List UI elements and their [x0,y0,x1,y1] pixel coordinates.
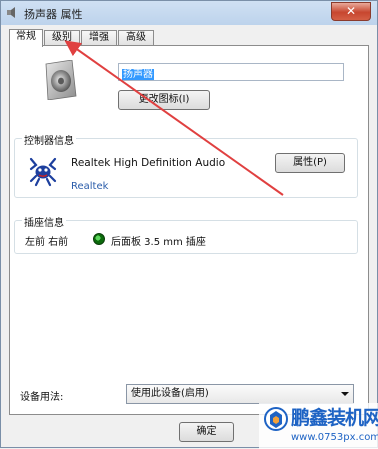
jack-group-title: 插座信息 [22,214,66,229]
tab-levels[interactable]: 级别 [44,30,80,45]
close-icon: ✕ [345,4,357,18]
green-jack-icon [93,233,105,245]
close-button[interactable]: ✕ [331,2,371,21]
watermark-logo-icon [264,407,288,431]
chevron-down-icon [341,392,349,396]
controller-group-title: 控制器信息 [22,132,76,147]
title-bar[interactable]: 扬声器 属性 ✕ [1,1,377,25]
jack-description: 后面板 3.5 mm 插座 [111,237,206,248]
device-usage-select[interactable]: 使用此设备(启用) [126,384,354,404]
speaker-app-icon [7,7,15,18]
vendor-name: Realtek [71,181,109,192]
tab-enhancements[interactable]: 增强 [81,30,117,45]
jack-channel-label: 左前 右前 [25,237,69,248]
jack-info-group: 插座信息 左前 右前 后面板 3.5 mm 插座 [14,214,358,254]
controller-info-group: 控制器信息 Realtek High Definition Audio Real… [14,132,358,198]
window-title: 扬声器 属性 [24,8,83,21]
ok-button[interactable]: 确定 [179,422,234,442]
realtek-crab-icon [29,157,57,187]
watermark-url: www.0753px.com [291,432,378,443]
device-usage-label: 设备用法: [20,392,64,403]
device-name-field[interactable]: 扬声器 [118,63,344,81]
tab-general[interactable]: 常规 [9,29,43,47]
controller-properties-button[interactable]: 属性(P) [275,153,345,173]
tab-advanced[interactable]: 高级 [118,30,154,45]
general-tab-panel: 扬声器 更改图标(I) 控制器信息 Realtek High Definitio… [9,45,369,415]
driver-name: Realtek High Definition Audio [71,157,226,169]
speaker-icon [45,60,77,100]
site-watermark: 鹏鑫装机网 www.0753px.com [259,403,378,449]
speaker-properties-window: 扬声器 属性 ✕ 常规 级别 增强 高级 扬声器 更改图标(I) 控制器信息 R… [0,0,378,449]
change-icon-button[interactable]: 更改图标(I) [118,90,210,110]
watermark-brand: 鹏鑫装机网 [291,407,378,429]
